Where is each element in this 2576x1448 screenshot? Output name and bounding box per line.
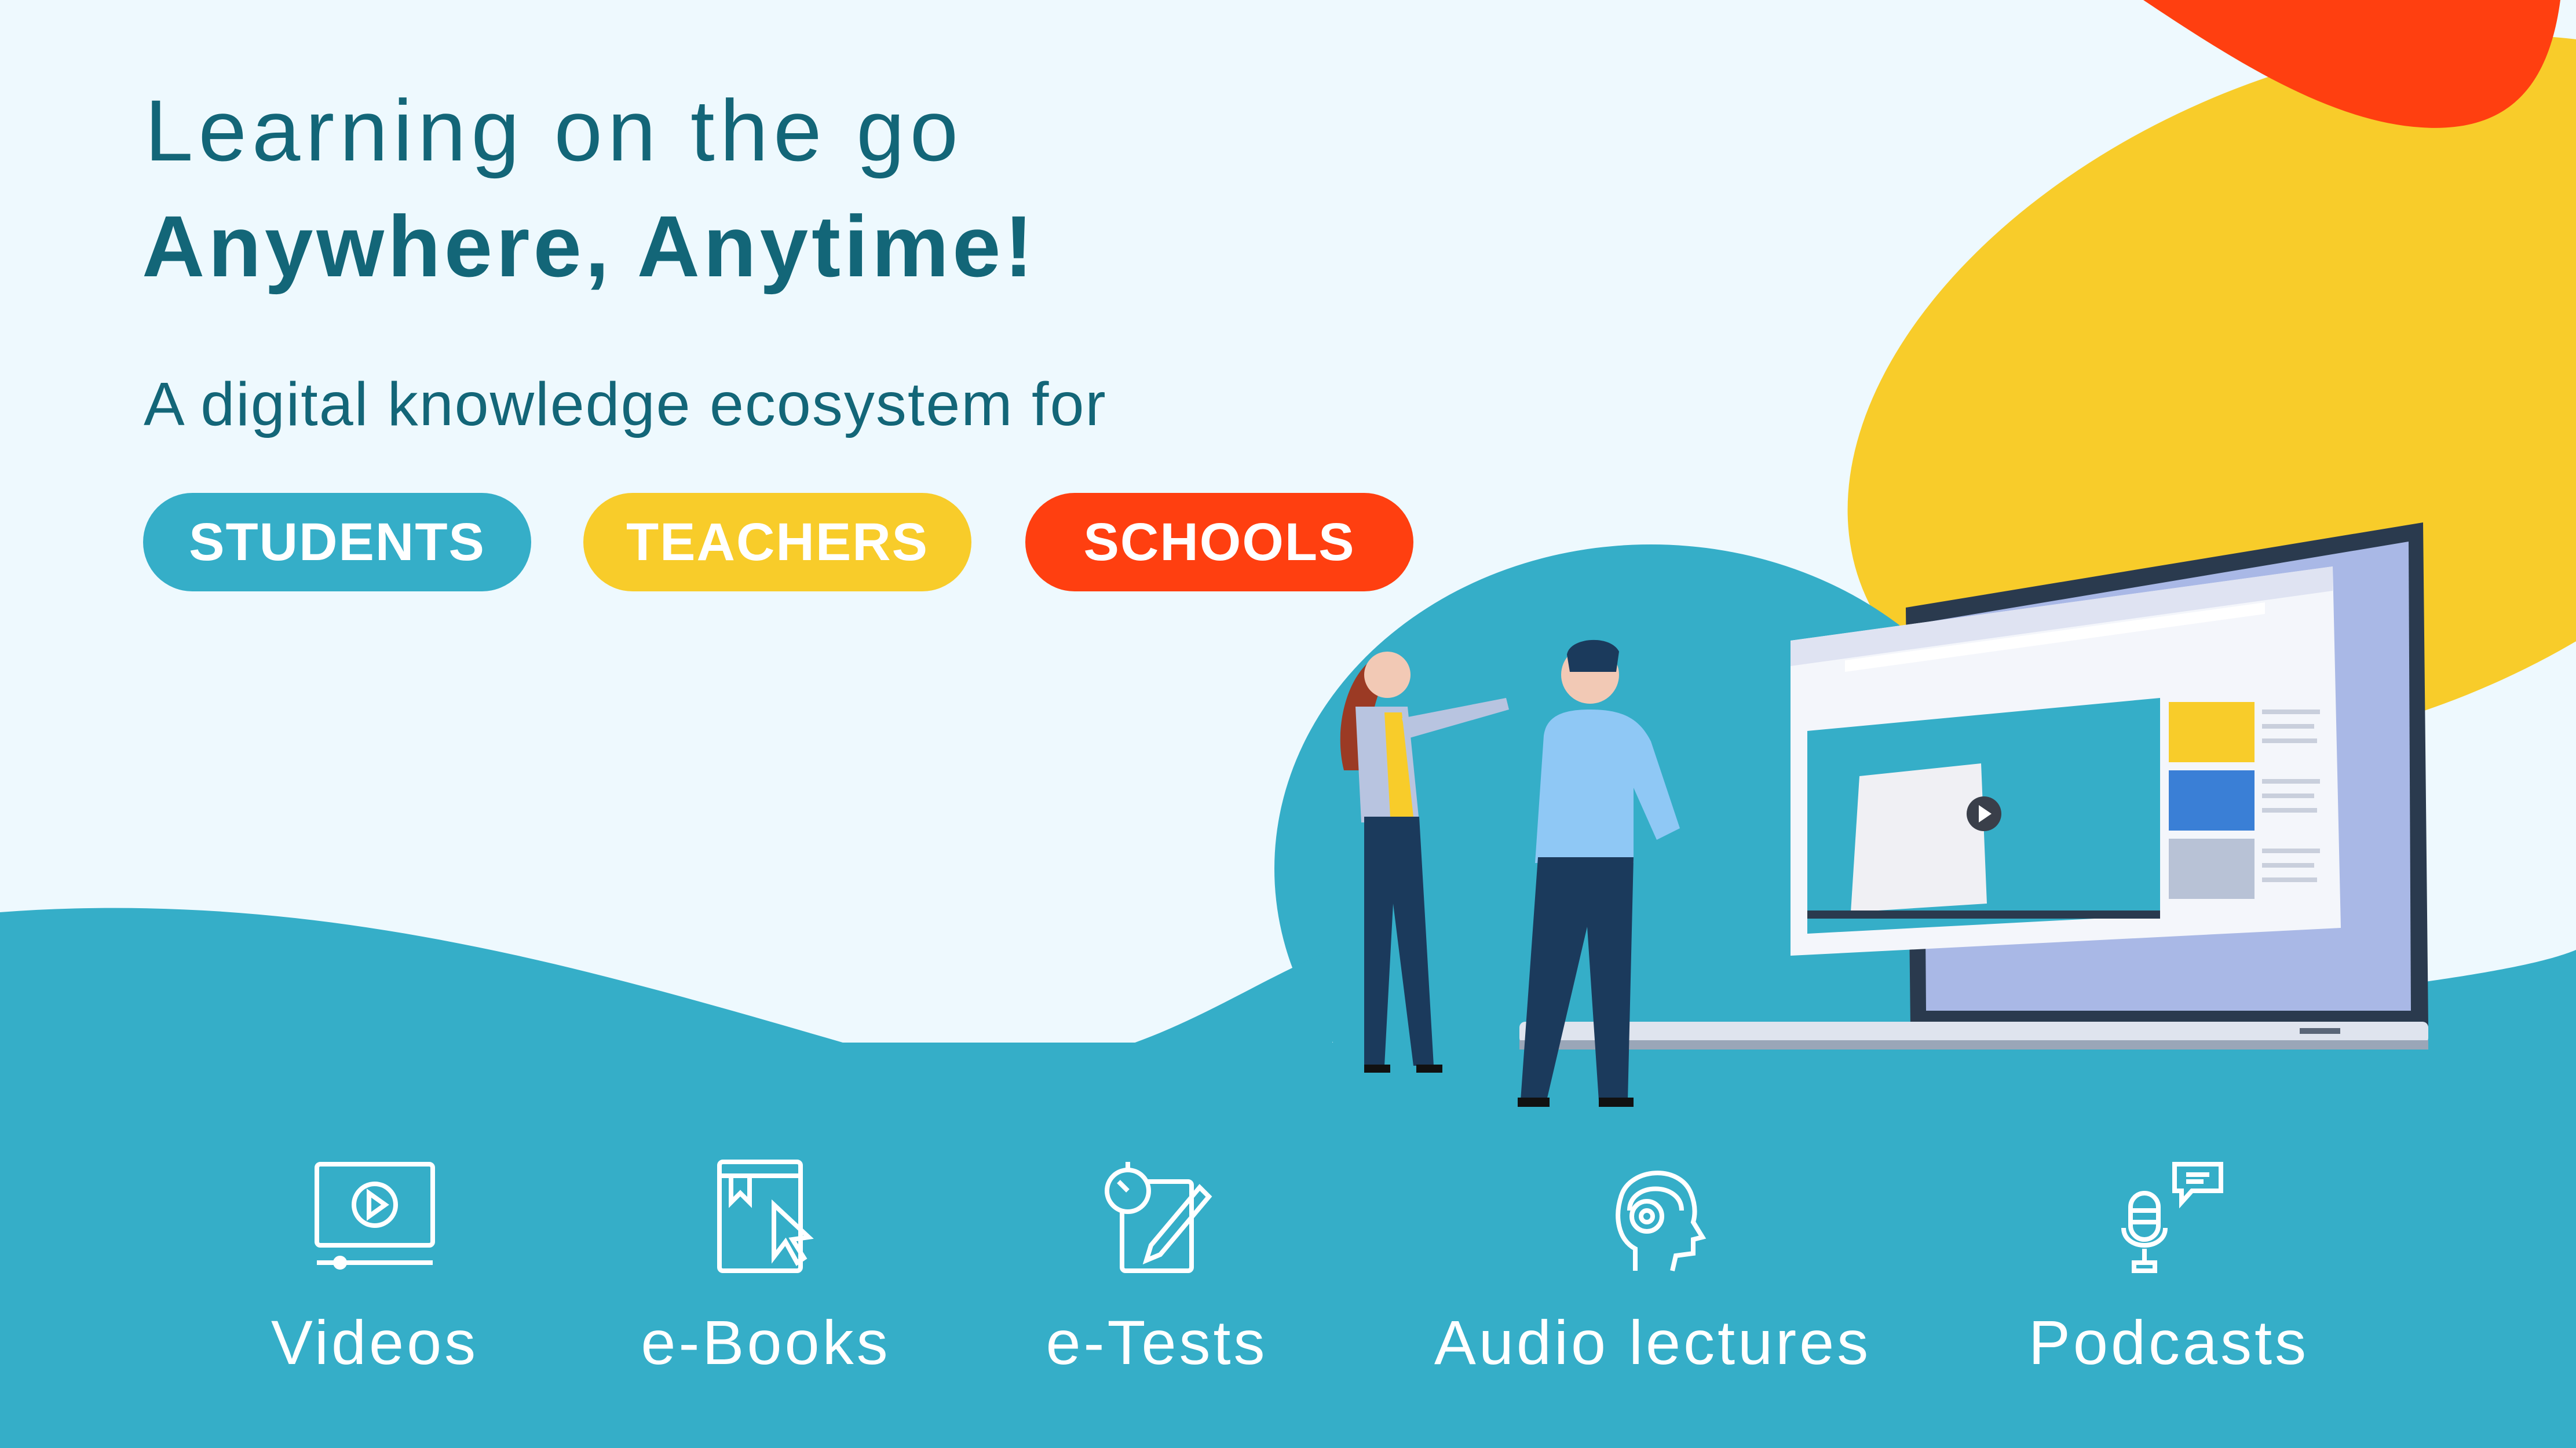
feature-etests[interactable]: e-Tests bbox=[954, 1158, 1360, 1378]
schools-button[interactable]: SCHOOLS bbox=[1025, 493, 1413, 591]
ebook-icon bbox=[717, 1160, 814, 1273]
students-button[interactable]: STUDENTS bbox=[143, 493, 531, 591]
feature-videos[interactable]: Videos bbox=[172, 1158, 578, 1378]
microphone-chat-icon bbox=[2121, 1162, 2223, 1273]
test-stopwatch-icon bbox=[1105, 1162, 1212, 1273]
headphones-head-icon bbox=[1616, 1171, 1707, 1271]
feature-label: e-Books bbox=[641, 1307, 891, 1377]
feature-podcasts[interactable]: Podcasts bbox=[1966, 1158, 2372, 1378]
feature-label: Podcasts bbox=[2028, 1307, 2310, 1377]
teachers-button[interactable]: TEACHERS bbox=[583, 493, 971, 591]
feature-ebooks[interactable]: e-Books bbox=[563, 1158, 969, 1378]
hero-line1: Learning on the go bbox=[145, 82, 964, 179]
teal-right bbox=[2404, 950, 2576, 1072]
feature-label: Audio lectures bbox=[1434, 1307, 1872, 1377]
feature-label: Videos bbox=[271, 1307, 479, 1377]
feature-audio-lectures[interactable]: Audio lectures bbox=[1434, 1158, 1868, 1378]
hero-line2: Anywhere, Anytime! bbox=[142, 198, 1037, 295]
feature-label: e-Tests bbox=[1046, 1307, 1268, 1377]
hero-subtitle: A digital knowledge ecosystem for bbox=[144, 370, 1107, 438]
video-player-icon bbox=[315, 1162, 435, 1270]
